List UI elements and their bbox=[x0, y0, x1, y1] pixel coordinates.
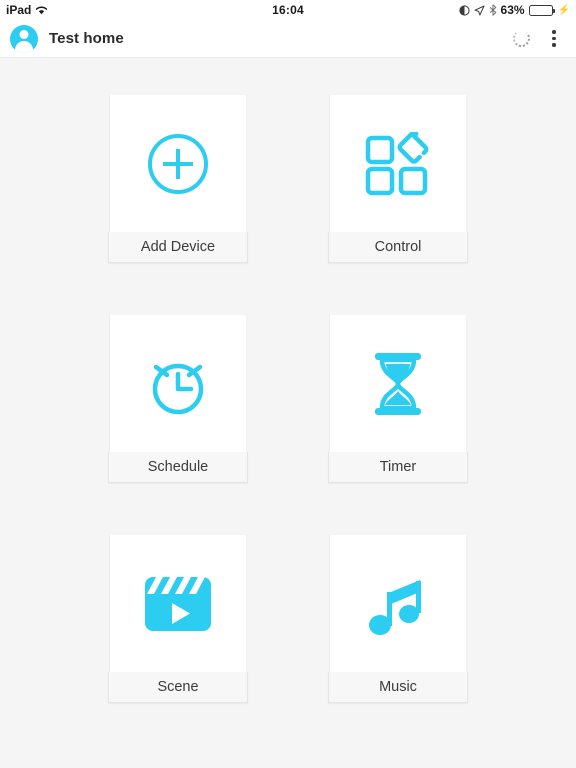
tile-control-label[interactable]: Control bbox=[328, 232, 468, 263]
avatar-head bbox=[19, 29, 29, 39]
battery-icon bbox=[528, 4, 555, 16]
tile-schedule-icon-area[interactable] bbox=[110, 315, 246, 452]
tile-add-device-label[interactable]: Add Device bbox=[108, 232, 248, 263]
tile-timer-icon-area[interactable] bbox=[330, 315, 466, 452]
avatar-body bbox=[15, 40, 33, 53]
home-tile-grid: Add Device Control Schedule Timer Scene … bbox=[108, 58, 468, 703]
tile-schedule[interactable]: Schedule bbox=[108, 315, 248, 483]
navbar-actions bbox=[513, 30, 562, 48]
tile-schedule-label[interactable]: Schedule bbox=[108, 452, 248, 483]
tile-timer[interactable]: Timer bbox=[328, 315, 468, 483]
tile-music[interactable]: Music bbox=[328, 535, 468, 703]
location-arrow-icon bbox=[474, 5, 485, 16]
hourglass-icon bbox=[371, 351, 425, 417]
tile-scene[interactable]: Scene bbox=[108, 535, 248, 703]
bluetooth-icon bbox=[489, 4, 497, 16]
app-navbar: Test home bbox=[0, 20, 576, 58]
user-avatar-icon[interactable] bbox=[10, 24, 38, 53]
lightning-bolt-icon: ⚡ bbox=[557, 4, 570, 16]
kebab-dot bbox=[552, 36, 556, 41]
tile-add-device[interactable]: Add Device bbox=[108, 95, 248, 263]
status-bar-right: 63% ⚡ bbox=[458, 3, 570, 17]
add-device-plus-circle-icon bbox=[145, 131, 211, 197]
battery-percent-label: 63% bbox=[500, 3, 525, 17]
music-note-icon bbox=[368, 570, 428, 638]
tile-control[interactable]: Control bbox=[328, 95, 468, 263]
tile-scene-icon-area[interactable] bbox=[110, 535, 246, 672]
tile-music-label[interactable]: Music bbox=[328, 672, 468, 703]
tile-timer-label[interactable]: Timer bbox=[328, 452, 468, 483]
overflow-menu-icon[interactable] bbox=[546, 30, 562, 48]
tile-control-icon-area[interactable] bbox=[330, 95, 466, 232]
kebab-dot bbox=[552, 43, 556, 47]
tile-add-device-icon-area[interactable] bbox=[110, 95, 246, 232]
control-blocks-icon bbox=[364, 131, 432, 196]
alarm-clock-icon bbox=[144, 351, 212, 417]
tile-music-icon-area[interactable] bbox=[330, 535, 466, 672]
loading-spinner-icon bbox=[513, 30, 530, 47]
battery-cap bbox=[552, 8, 555, 13]
alarm-icon bbox=[458, 4, 470, 16]
home-title[interactable]: Test home bbox=[49, 30, 124, 47]
status-bar: iPad 16:04 63% ⚡ bbox=[0, 0, 576, 20]
kebab-dot bbox=[552, 30, 556, 34]
tile-scene-label[interactable]: Scene bbox=[108, 672, 248, 703]
clapperboard-play-icon bbox=[143, 575, 213, 633]
